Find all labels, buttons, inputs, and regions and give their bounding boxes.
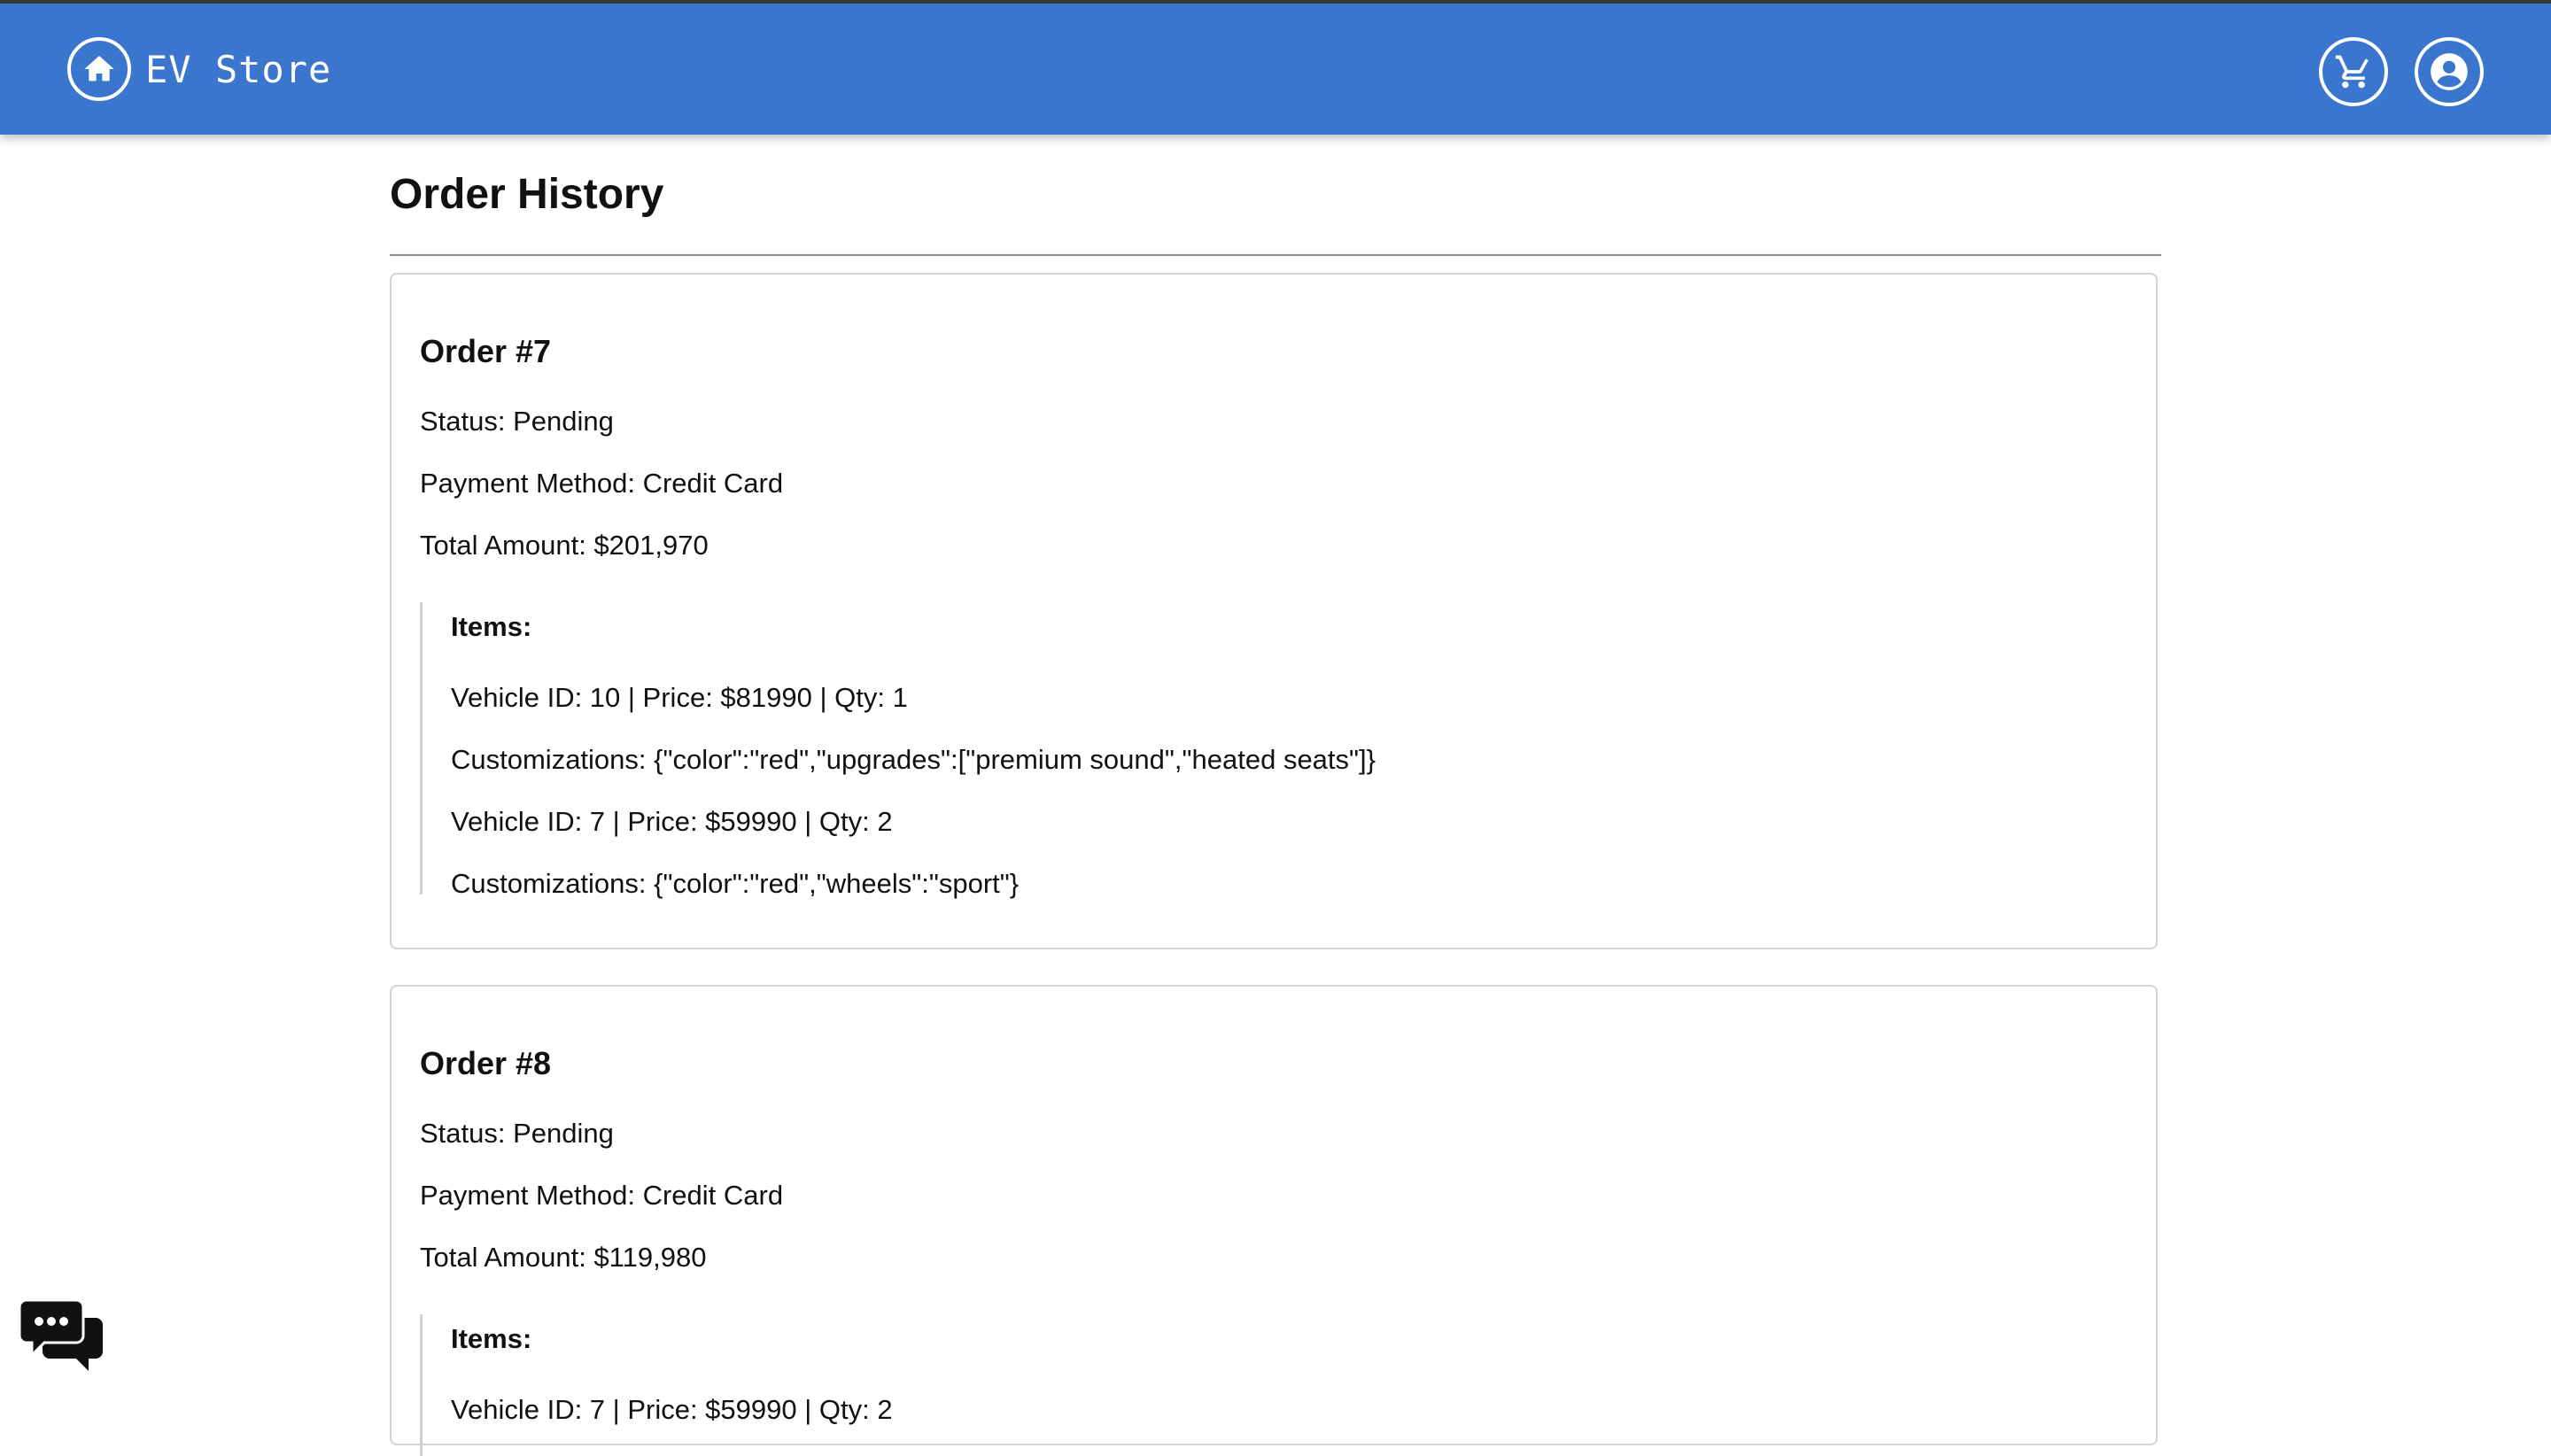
brand-name[interactable]: EV Store [145,48,331,91]
account-icon[interactable] [2415,37,2484,106]
order-payment-method: Payment Method: Credit Card [420,468,784,499]
order-card: Order #8 Status: Pending Payment Method:… [390,985,2158,1456]
page-title: Order History [390,171,664,218]
order-title: Order #8 [420,1045,552,1081]
order-items: Items: Vehicle ID: 10 | Price: $81990 | … [420,602,2043,899]
items-label: Items: [451,611,532,642]
item-customizations-line: Customizations: {"color":"red","wheels":… [451,868,1020,899]
item-vehicle-line: Vehicle ID: 7 | Price: $59990 | Qty: 2 [451,806,893,837]
order-card: Order #7 Status: Pending Payment Method:… [390,273,2158,949]
item-vehicle-line: Vehicle ID: 10 | Price: $81990 | Qty: 1 [451,682,908,713]
item-vehicle-line: Vehicle ID: 7 | Price: $59990 | Qty: 2 [451,1394,893,1425]
order-payment-method: Payment Method: Credit Card [420,1180,784,1211]
order-items: Items: Vehicle ID: 7 | Price: $59990 | Q… [420,1314,2043,1456]
top-navbar: EV Store [0,4,2551,135]
title-divider [390,254,2161,256]
home-icon[interactable] [67,37,131,101]
chat-bubbles-icon[interactable] [18,1297,105,1376]
order-status: Status: Pending [420,406,614,437]
order-status: Status: Pending [420,1118,614,1149]
cart-icon[interactable] [2319,37,2388,106]
items-label: Items: [451,1323,532,1354]
order-total: Total Amount: $119,980 [420,1242,707,1273]
order-total: Total Amount: $201,970 [420,530,709,561]
item-customizations-line: Customizations: {"color":"red","upgrades… [451,744,1376,775]
order-title: Order #7 [420,333,552,369]
nav-actions [2319,37,2484,106]
home-link[interactable]: EV Store [67,35,331,103]
